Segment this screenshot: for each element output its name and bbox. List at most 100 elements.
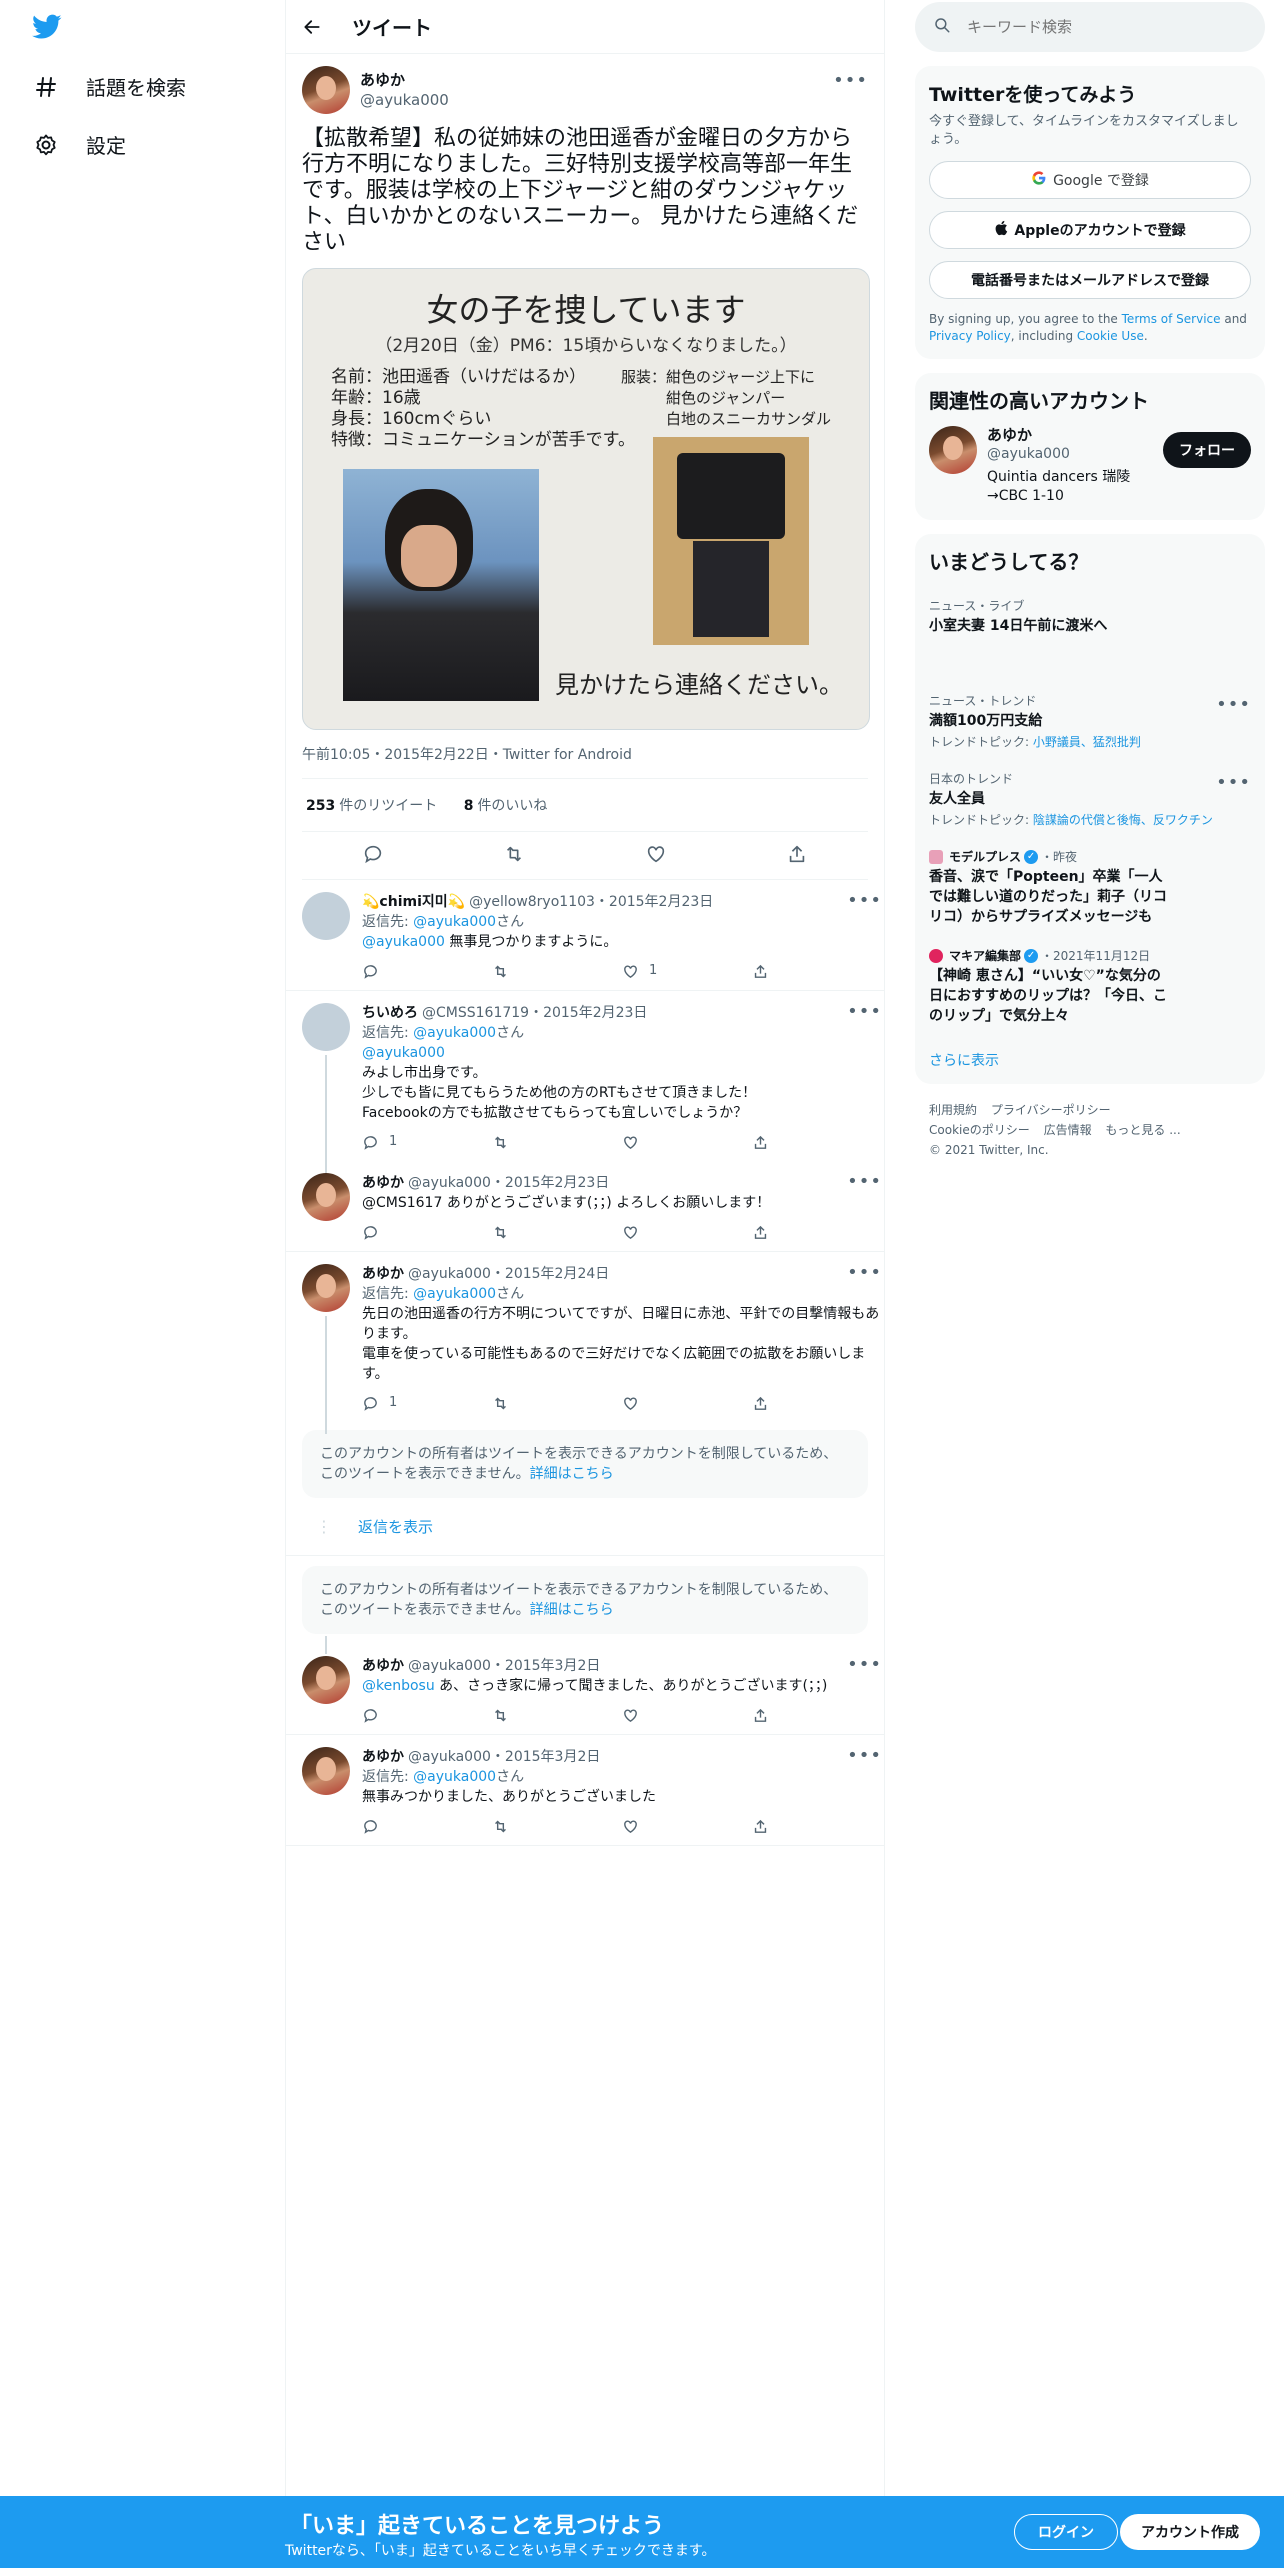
trend-item[interactable]: 日本のトレンド ••• 友人全員 トレンドトピック: 陰謀論の代償と後悔、反ワク… <box>915 760 1265 838</box>
reply-tweet[interactable]: あゆか @ayuka000 ・2015年2月24日 ••• 返信先: @ayuka0… <box>286 1252 884 1434</box>
retweet-icon[interactable] <box>492 1818 622 1835</box>
reply-author-handle[interactable]: @ayuka000 <box>408 1656 491 1676</box>
like-count[interactable]: 8 件のいいね <box>464 798 548 814</box>
trend-topic-link[interactable]: 陰謀論の代償と後悔、反ワクチン <box>1033 813 1213 827</box>
avatar[interactable] <box>302 1173 350 1221</box>
share-icon[interactable] <box>752 963 882 980</box>
reply-author-name[interactable]: ちいめろ <box>362 1003 418 1023</box>
retweet-icon[interactable] <box>503 843 525 869</box>
nav-settings[interactable]: 設定 <box>32 130 126 159</box>
reply-icon[interactable] <box>362 1707 492 1724</box>
like-icon[interactable] <box>622 1134 752 1151</box>
share-icon[interactable] <box>752 1707 882 1724</box>
reply-icon[interactable] <box>362 843 384 869</box>
trend-topic-link[interactable]: 小野議員、猛烈批判 <box>1033 735 1141 749</box>
avatar[interactable] <box>302 892 350 940</box>
nav-explore[interactable]: 話題を検索 <box>32 72 186 101</box>
reply-date[interactable]: ・2015年2月23日 <box>595 892 713 912</box>
avatar[interactable] <box>302 1264 350 1312</box>
learn-more-link[interactable]: 詳細はこちら <box>530 1602 614 1618</box>
account-row[interactable]: あゆか @ayuka000 Quintia dancers 瑞陵→CBC 1-1… <box>915 426 1265 520</box>
footer-link[interactable]: プライバシーポリシー <box>991 1103 1111 1117</box>
reply-tweet[interactable]: 💫chimi지미💫 @yellow8ryo1103 ・2015年2月23日 ••• … <box>286 880 884 991</box>
trend-item[interactable]: ニュース・トレンド ••• 満額100万円支給 トレンドトピック: 小野議員、猛… <box>915 682 1265 760</box>
retweet-icon[interactable] <box>492 1707 622 1724</box>
twitter-logo-icon[interactable] <box>32 14 62 44</box>
footer-link[interactable]: Cookieのポリシー <box>929 1123 1030 1137</box>
create-account-button[interactable]: アカウント作成 <box>1120 2514 1260 2550</box>
reply-to-link[interactable]: @ayuka000 <box>413 1286 496 1302</box>
back-arrow-icon[interactable] <box>302 17 326 37</box>
avatar[interactable] <box>302 1656 350 1704</box>
like-icon[interactable]: 1 <box>622 961 752 981</box>
like-icon[interactable] <box>622 1707 752 1724</box>
account-name[interactable]: あゆか <box>987 426 1163 445</box>
footer-link[interactable]: もっと見る ... <box>1105 1123 1180 1137</box>
more-options-icon[interactable]: ••• <box>847 892 882 910</box>
reply-author-name[interactable]: あゆか <box>362 1173 404 1193</box>
more-options-icon[interactable]: ••• <box>833 72 868 90</box>
mention-link[interactable]: @ayuka000 <box>362 934 445 950</box>
avatar[interactable] <box>302 66 350 114</box>
more-options-icon[interactable]: ••• <box>847 1747 882 1765</box>
retweet-count[interactable]: 253 件のリツイート <box>306 798 437 814</box>
search-box[interactable] <box>915 2 1265 52</box>
footer-link[interactable]: 広告情報 <box>1044 1123 1092 1137</box>
share-icon[interactable] <box>752 1224 882 1241</box>
privacy-link[interactable]: Privacy Policy <box>929 329 1011 343</box>
reply-to-link[interactable]: @ayuka000 <box>413 1025 496 1041</box>
apple-signup-button[interactable]: Appleのアカウントで登録 <box>929 211 1251 249</box>
tweet-timestamp[interactable]: 午前10:05・2015年2月22日・Twitter for Android <box>302 744 868 779</box>
more-options-icon[interactable]: ••• <box>1216 774 1251 792</box>
retweet-icon[interactable] <box>492 963 622 980</box>
more-options-icon[interactable]: ••• <box>847 1264 882 1282</box>
reply-tweet[interactable]: あゆか @ayuka000 ・2015年3月2日 ••• 返信先: @ayuka00… <box>286 1735 884 1846</box>
reply-author-name[interactable]: 💫chimi지미💫 <box>362 892 465 912</box>
more-options-icon[interactable]: ••• <box>847 1656 882 1674</box>
mention-link[interactable]: @kenbosu <box>362 1678 435 1694</box>
reply-icon[interactable]: 1 <box>362 1393 492 1413</box>
reply-author-name[interactable]: あゆか <box>362 1747 404 1767</box>
more-options-icon[interactable]: ••• <box>847 1003 882 1021</box>
reply-author-name[interactable]: あゆか <box>362 1656 404 1676</box>
reply-date[interactable]: ・2015年3月2日 <box>491 1656 600 1676</box>
mention-link[interactable]: @ayuka000 <box>362 1045 445 1061</box>
reply-tweet[interactable]: あゆか @ayuka000 ・2015年3月2日 ••• @kenbosu あ、さっ… <box>286 1636 884 1735</box>
author-name[interactable]: あゆか <box>360 70 449 90</box>
terms-link[interactable]: Terms of Service <box>1122 312 1221 326</box>
share-icon[interactable] <box>752 1818 882 1835</box>
more-options-icon[interactable]: ••• <box>847 1173 882 1191</box>
reply-to-link[interactable]: @ayuka000 <box>413 914 496 930</box>
avatar[interactable] <box>929 426 977 474</box>
trend-item[interactable]: ニュース・ライブ 小室夫妻 14日午前に渡米へ <box>915 587 1265 682</box>
reply-author-name[interactable]: あゆか <box>362 1264 404 1284</box>
like-icon[interactable] <box>622 1818 752 1835</box>
reply-author-handle[interactable]: @yellow8ryo1103 <box>469 892 595 912</box>
share-icon[interactable] <box>752 1134 882 1151</box>
like-icon[interactable] <box>622 1224 752 1241</box>
trend-item[interactable]: モデルプレス ✓ ・昨夜 香音、涙で「Popteen」卒業「一人では難しい道のり… <box>915 838 1265 937</box>
reply-tweet[interactable]: ちいめろ @CMSS161719 ・2015年2月23日 ••• 返信先: @ayu… <box>286 991 884 1175</box>
reply-to-link[interactable]: @ayuka000 <box>413 1769 496 1785</box>
reply-icon[interactable]: 1 <box>362 1132 492 1152</box>
avatar[interactable] <box>302 1003 350 1051</box>
reply-icon[interactable] <box>362 963 492 980</box>
reply-date[interactable]: ・2015年2月23日 <box>529 1003 647 1023</box>
reply-icon[interactable] <box>362 1818 492 1835</box>
login-button[interactable]: ログイン <box>1014 2514 1118 2550</box>
share-icon[interactable] <box>752 1395 882 1412</box>
reply-tweet[interactable]: あゆか @ayuka000 ・2015年2月23日 ••• @CMS1617 ありが… <box>286 1161 884 1252</box>
retweet-icon[interactable] <box>492 1224 622 1241</box>
reply-icon[interactable] <box>362 1224 492 1241</box>
reply-date[interactable]: ・2015年3月2日 <box>491 1747 600 1767</box>
phone-email-signup-button[interactable]: 電話番号またはメールアドレスで登録 <box>929 261 1251 299</box>
search-input[interactable] <box>967 18 1227 36</box>
reply-date[interactable]: ・2015年2月24日 <box>491 1264 609 1284</box>
tweet-photo[interactable]: 女の子を捜しています （2月20日（金）PM6：15頃からいなくなりました。） … <box>302 268 870 730</box>
show-replies-row[interactable]: ⋮ 返信を表示 <box>286 1498 884 1556</box>
footer-link[interactable]: 利用規約 <box>929 1103 977 1117</box>
more-options-icon[interactable]: ••• <box>1216 696 1251 714</box>
reply-author-handle[interactable]: @ayuka000 <box>408 1264 491 1284</box>
follow-button[interactable]: フォロー <box>1163 432 1251 468</box>
share-icon[interactable] <box>786 843 808 869</box>
